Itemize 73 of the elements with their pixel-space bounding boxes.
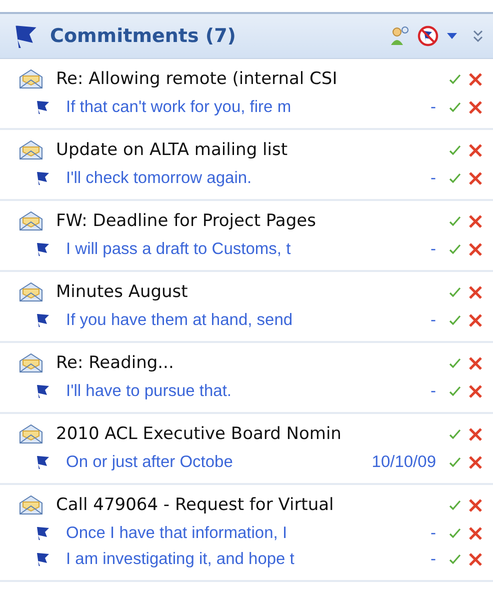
open-envelope-icon xyxy=(18,68,44,90)
open-envelope-icon xyxy=(18,352,44,374)
due-date: - xyxy=(430,310,436,330)
message-subject[interactable]: 2010 ACL Executive Board Nomin xyxy=(56,424,442,444)
close-icon[interactable] xyxy=(468,142,483,158)
close-icon[interactable] xyxy=(468,284,483,300)
panel-title: Commitments (7) xyxy=(50,25,237,47)
close-icon[interactable] xyxy=(468,72,483,86)
check-icon[interactable] xyxy=(448,143,462,157)
check-icon[interactable] xyxy=(448,384,462,398)
flag-icon xyxy=(36,455,50,469)
due-date: - xyxy=(430,240,436,258)
check-icon[interactable] xyxy=(448,552,462,566)
close-icon[interactable] xyxy=(468,356,483,370)
close-icon[interactable] xyxy=(468,312,483,328)
check-icon[interactable] xyxy=(448,427,462,441)
people-icon[interactable] xyxy=(389,25,411,47)
close-icon[interactable] xyxy=(468,498,483,512)
flag-icon xyxy=(36,313,50,327)
commitment-text[interactable]: I am investigating it, and hope t xyxy=(66,550,430,568)
open-envelope-icon xyxy=(18,281,44,303)
close-icon[interactable] xyxy=(468,454,483,470)
close-icon[interactable] xyxy=(468,552,483,566)
flag-icon xyxy=(14,24,38,48)
flag-icon xyxy=(36,552,50,566)
close-icon[interactable] xyxy=(468,214,483,228)
check-icon[interactable] xyxy=(448,171,462,185)
due-date: 10/10/09 xyxy=(372,452,436,472)
message-subject[interactable]: Minutes August xyxy=(56,282,442,302)
due-date: - xyxy=(430,550,436,568)
close-icon[interactable] xyxy=(468,100,483,114)
open-envelope-icon xyxy=(18,494,44,516)
open-envelope-icon xyxy=(18,210,44,232)
commitment-text[interactable]: I will pass a draft to Customs, t xyxy=(66,240,430,258)
check-icon[interactable] xyxy=(448,526,462,540)
commitment-text[interactable]: On or just after Octobe xyxy=(66,452,372,472)
flag-icon xyxy=(36,171,50,185)
close-icon[interactable] xyxy=(468,526,483,540)
commitment-text[interactable]: I'll check tomorrow again. xyxy=(66,168,430,188)
commitment-text[interactable]: If that can't work for you, fire m xyxy=(66,98,430,116)
check-icon[interactable] xyxy=(448,100,462,114)
check-icon[interactable] xyxy=(448,285,462,299)
commitment-text[interactable]: If you have them at hand, send xyxy=(66,310,430,330)
collapse-chevron-icon[interactable] xyxy=(471,28,485,44)
open-envelope-icon xyxy=(18,423,44,445)
message-subject[interactable]: Re: Allowing remote (internal CSI xyxy=(56,69,442,89)
flag-icon xyxy=(36,242,50,256)
commitment-text[interactable]: I'll have to pursue that. xyxy=(66,382,430,400)
message-subject[interactable]: Re: Reading... xyxy=(56,353,442,373)
due-date: - xyxy=(430,168,436,188)
due-date: - xyxy=(430,382,436,400)
flag-icon xyxy=(36,384,50,398)
check-icon[interactable] xyxy=(448,242,462,256)
close-icon[interactable] xyxy=(468,242,483,256)
open-envelope-icon xyxy=(18,139,44,161)
due-date: - xyxy=(430,98,436,116)
flag-icon xyxy=(36,100,50,114)
close-icon[interactable] xyxy=(468,384,483,398)
check-icon[interactable] xyxy=(448,72,462,86)
flag-icon xyxy=(36,526,50,540)
message-subject[interactable]: FW: Deadline for Project Pages xyxy=(56,211,442,231)
check-icon[interactable] xyxy=(448,356,462,370)
commitment-text[interactable]: Once I have that information, I xyxy=(66,524,430,542)
check-icon[interactable] xyxy=(448,498,462,512)
message-subject[interactable]: Call 479064 - Request for Virtual xyxy=(56,495,442,515)
check-icon[interactable] xyxy=(448,214,462,228)
due-date: - xyxy=(430,524,436,542)
close-icon[interactable] xyxy=(468,426,483,442)
no-flag-icon[interactable] xyxy=(417,25,439,47)
check-icon[interactable] xyxy=(448,313,462,327)
close-icon[interactable] xyxy=(468,170,483,186)
message-subject[interactable]: Update on ALTA mailing list xyxy=(56,140,442,160)
check-icon[interactable] xyxy=(448,455,462,469)
